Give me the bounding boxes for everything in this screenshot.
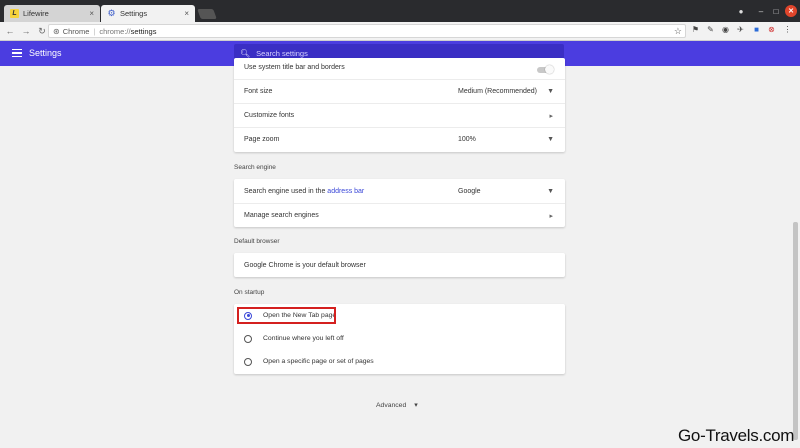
- address-bar[interactable]: ⊛ Chrome | chrome:// settings ☆: [48, 24, 686, 38]
- system-title-bar-row[interactable]: Use system title bar and borders: [234, 58, 565, 78]
- default-browser-card: Google Chrome is your default browser: [234, 253, 565, 277]
- radio-button[interactable]: [244, 357, 252, 366]
- radio-label: Continue where you left off: [263, 335, 344, 342]
- tab-settings[interactable]: ⚙ Settings ×: [101, 5, 195, 22]
- scrollbar-thumb[interactable]: [793, 222, 798, 440]
- tab-label: Lifewire: [23, 9, 49, 18]
- extension-icon[interactable]: ✈: [735, 24, 746, 35]
- search-engine-card: Search engine used in the address bar Go…: [234, 179, 565, 227]
- section-title-default-browser: Default browser: [234, 238, 280, 245]
- lifewire-favicon-icon: L: [10, 9, 19, 18]
- dropdown-caret-icon: ▼: [547, 88, 554, 95]
- section-title-search-engine: Search engine: [234, 164, 276, 171]
- row-label: Font size: [244, 88, 273, 95]
- page-zoom-row: Page zoom 100% ▼: [234, 127, 565, 151]
- advanced-toggle[interactable]: Advanced ▾: [376, 401, 418, 410]
- forward-icon[interactable]: →: [20, 25, 32, 37]
- extension-icon[interactable]: ◉: [720, 24, 731, 35]
- search-icon: 🔍︎: [240, 49, 251, 58]
- new-tab-button[interactable]: [197, 9, 217, 19]
- radio-label: Open a specific page or set of pages: [263, 358, 374, 365]
- back-icon[interactable]: ←: [4, 25, 16, 37]
- close-window-icon[interactable]: ✕: [785, 5, 797, 17]
- extension-icon[interactable]: ⊗: [766, 24, 777, 35]
- chevron-right-icon: ▸: [549, 212, 553, 220]
- section-title-on-startup: On startup: [234, 289, 265, 296]
- scheme-label: Chrome: [62, 26, 90, 36]
- reload-icon[interactable]: ↻: [36, 25, 48, 37]
- default-browser-row: Google Chrome is your default browser: [234, 253, 565, 277]
- font-size-select[interactable]: Medium (Recommended) ▼: [458, 88, 554, 95]
- extension-icon[interactable]: ⚑: [690, 24, 701, 35]
- address-bar-link[interactable]: address bar: [327, 188, 364, 195]
- customize-fonts-row[interactable]: Customize fonts ▸: [234, 103, 565, 127]
- default-browser-status: Google Chrome is your default browser: [244, 261, 366, 269]
- row-label: Use system title bar and borders: [244, 64, 345, 71]
- advanced-label: Advanced: [376, 401, 407, 409]
- chrome-page-icon: ⊛: [53, 26, 60, 36]
- select-value: Medium (Recommended): [458, 88, 537, 95]
- row-label: Manage search engines: [244, 212, 319, 219]
- extension-icon[interactable]: ✎: [705, 24, 716, 35]
- page-zoom-select[interactable]: 100% ▼: [458, 136, 554, 143]
- browser-toolbar: ← → ↻ ⊛ Chrome | chrome:// settings ☆: [0, 22, 800, 41]
- search-input[interactable]: [256, 49, 537, 58]
- startup-option-continue[interactable]: Continue where you left off: [234, 327, 565, 350]
- tab-lifewire[interactable]: L Lifewire ×: [4, 5, 100, 22]
- profile-icon[interactable]: ●: [735, 5, 747, 17]
- tab-label: Settings: [120, 9, 148, 18]
- tab-strip: L Lifewire × ⚙ Settings × ● – □ ✕: [0, 0, 800, 22]
- highlight-annotation-box: [237, 307, 336, 324]
- chevron-down-icon: ▾: [414, 402, 418, 409]
- extension-icon[interactable]: ■: [751, 24, 762, 35]
- url-host: chrome://: [99, 26, 131, 36]
- menu-kebab-icon[interactable]: ⋮: [782, 24, 793, 35]
- separator: |: [93, 26, 96, 36]
- select-value: Google: [458, 187, 481, 195]
- row-label: Search engine used in the address bar: [244, 188, 364, 195]
- radio-button[interactable]: [244, 334, 252, 343]
- tab-close-icon[interactable]: ×: [89, 9, 94, 18]
- settings-gear-icon: ⚙: [107, 8, 116, 18]
- search-engine-select[interactable]: Google ▼: [458, 188, 554, 195]
- maximize-icon[interactable]: □: [770, 5, 782, 17]
- watermark: Go-Travels.com: [678, 426, 795, 445]
- row-label: Page zoom: [244, 136, 280, 143]
- bookmark-star-icon[interactable]: ☆: [674, 26, 682, 37]
- minimize-icon[interactable]: –: [755, 5, 767, 17]
- row-label: Customize fonts: [244, 112, 295, 119]
- chevron-right-icon: ▸: [549, 112, 553, 120]
- tab-close-icon[interactable]: ×: [184, 9, 189, 18]
- font-size-row: Font size Medium (Recommended) ▼: [234, 79, 565, 103]
- search-engine-row: Search engine used in the address bar Go…: [234, 179, 565, 203]
- system-title-bar-toggle[interactable]: [537, 65, 554, 74]
- url-path: settings: [130, 26, 157, 36]
- hamburger-menu-icon[interactable]: [12, 49, 22, 57]
- row-label-prefix: Search engine used in the: [244, 187, 326, 195]
- page-title: Settings: [29, 48, 62, 58]
- dropdown-caret-icon: ▼: [547, 187, 554, 195]
- manage-search-engines-row[interactable]: Manage search engines ▸: [234, 203, 565, 227]
- appearance-card: Use system title bar and borders Font si…: [234, 58, 565, 152]
- dropdown-caret-icon: ▼: [547, 136, 554, 143]
- select-value: 100%: [458, 136, 476, 143]
- startup-option-specific-pages[interactable]: Open a specific page or set of pages: [234, 350, 565, 373]
